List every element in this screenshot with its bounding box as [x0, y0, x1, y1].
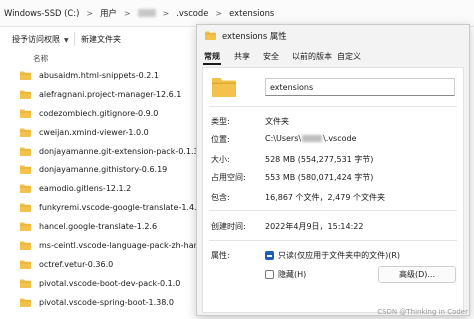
- breadcrumb: Windows-SSD (C:) > 用户 > > .vscode > exte…: [4, 6, 274, 20]
- folder-icon: [20, 165, 31, 175]
- crumb-users[interactable]: 用户: [100, 7, 117, 19]
- file-name: funkyremi.vscode-google-translate-1.4.13: [39, 203, 207, 213]
- file-name: octref.vetur-0.36.0: [39, 259, 114, 269]
- file-name: cweijan.xmind-viewer-1.0.0: [39, 127, 149, 137]
- size-label: 大小:: [211, 155, 230, 164]
- address-bar[interactable]: Windows-SSD (C:) > 用户 > > .vscode > exte…: [0, 0, 474, 27]
- hidden-checkbox[interactable]: [265, 270, 274, 279]
- crumb-vscode[interactable]: .vscode: [176, 8, 208, 18]
- folder-name-input[interactable]: [265, 78, 455, 96]
- file-name: hancel.google-translate-1.2.6: [39, 222, 158, 232]
- folder-icon: [20, 128, 31, 137]
- file-name: donjayamanne.git-extension-pack-0.1.3: [39, 146, 199, 156]
- location-value: C:\Users\ \.vscode: [265, 134, 357, 143]
- location-label: 位置:: [211, 135, 230, 144]
- tab-sharing[interactable]: 共享: [234, 51, 250, 62]
- tab-general[interactable]: 常规: [204, 51, 220, 62]
- new-folder-button[interactable]: 新建文件夹: [81, 34, 121, 45]
- chevron-down-icon: ▼: [64, 37, 69, 44]
- created-value: 2022年4月9日，15:14:22: [265, 222, 364, 231]
- contains-label: 包含:: [211, 193, 230, 202]
- file-name: abusaidm.html-snippets-0.2.1: [39, 70, 159, 80]
- watermark: CSDN @Thinking in Coder: [377, 308, 468, 316]
- attributes-label: 属性:: [211, 251, 230, 260]
- crumb-extensions[interactable]: extensions: [229, 8, 274, 18]
- location-suffix: \.vscode: [323, 134, 357, 143]
- folder-icon: [20, 298, 31, 307]
- chevron-right-icon: >: [215, 8, 223, 18]
- chevron-right-icon: >: [86, 8, 94, 18]
- general-panel: 类型: 文件夹 位置: C:\Users\ \.vscode 大小: 528 MB…: [202, 67, 464, 313]
- redacted-username: [137, 9, 156, 17]
- file-name: donjayamanne.githistory-0.6.19: [39, 165, 168, 175]
- grant-access-button[interactable]: 授予访问权限 ▼: [12, 34, 69, 45]
- divider: [209, 106, 457, 107]
- created-label: 创建时间:: [211, 222, 246, 231]
- folder-icon: [20, 203, 31, 213]
- dialog-title: extensions 属性: [222, 31, 287, 41]
- divider: [209, 240, 457, 241]
- folder-icon: [20, 241, 31, 250]
- location-prefix: C:\Users\: [265, 134, 302, 143]
- properties-dialog: extensions 属性 常规 共享 安全 以前的版本 自定义 类型: 文件夹…: [196, 24, 470, 316]
- contains-value: 16,867 个文件，2,479 个文件夹: [265, 193, 385, 202]
- file-name: alefragnani.project-manager-12.6.1: [39, 89, 182, 99]
- toolbar-divider: [74, 32, 75, 46]
- readonly-checkbox[interactable]: [265, 251, 274, 260]
- folder-icon: [20, 71, 31, 80]
- file-name: ms-ceintl.vscode-language-pack-zh-hans-1: [39, 240, 211, 250]
- hidden-checkbox-label[interactable]: 隐藏(H): [278, 269, 306, 280]
- divider: [209, 210, 457, 211]
- active-tab-indicator: [203, 63, 221, 65]
- tab-previous-versions[interactable]: 以前的版本: [292, 51, 332, 62]
- folder-icon: [20, 90, 31, 99]
- folder-icon: [20, 147, 31, 156]
- advanced-button[interactable]: 高级(D)...: [378, 266, 456, 283]
- folder-icon: [20, 222, 31, 232]
- tab-security[interactable]: 安全: [263, 51, 279, 62]
- disk-size-value: 553 MB (580,071,424 字节): [265, 173, 374, 182]
- folder-large-icon: [212, 78, 236, 97]
- chevron-right-icon: >: [162, 8, 170, 18]
- folder-icon: [20, 184, 31, 194]
- dialog-tabs: 常规 共享 安全 以前的版本 自定义: [197, 48, 469, 66]
- chevron-right-icon: >: [123, 8, 131, 18]
- crumb-drive[interactable]: Windows-SSD (C:): [4, 8, 79, 18]
- file-name: pivotal.vscode-spring-boot-1.38.0: [39, 297, 174, 307]
- file-name: pivotal.vscode-boot-dev-pack-0.1.0: [39, 278, 181, 288]
- file-name: codezombiech.gitignore-0.9.0: [39, 108, 159, 118]
- folder-icon: [20, 279, 31, 288]
- size-value: 528 MB (554,277,531 字节): [265, 155, 374, 164]
- folder-icon: [205, 31, 216, 40]
- file-name: eamodio.gitlens-12.1.2: [39, 184, 132, 194]
- column-name-header[interactable]: 名称: [33, 53, 48, 64]
- redacted-username: [302, 135, 323, 142]
- type-value: 文件夹: [265, 117, 289, 126]
- dialog-titlebar[interactable]: extensions 属性: [197, 25, 469, 47]
- type-label: 类型:: [211, 117, 230, 126]
- disk-size-label: 占用空间:: [211, 173, 246, 182]
- folder-icon: [20, 109, 31, 118]
- folder-icon: [20, 260, 31, 269]
- tab-customize[interactable]: 自定义: [337, 51, 361, 62]
- readonly-checkbox-label[interactable]: 只读(仅应用于文件夹中的文件)(R): [278, 250, 400, 261]
- grant-access-label: 授予访问权限: [12, 35, 60, 44]
